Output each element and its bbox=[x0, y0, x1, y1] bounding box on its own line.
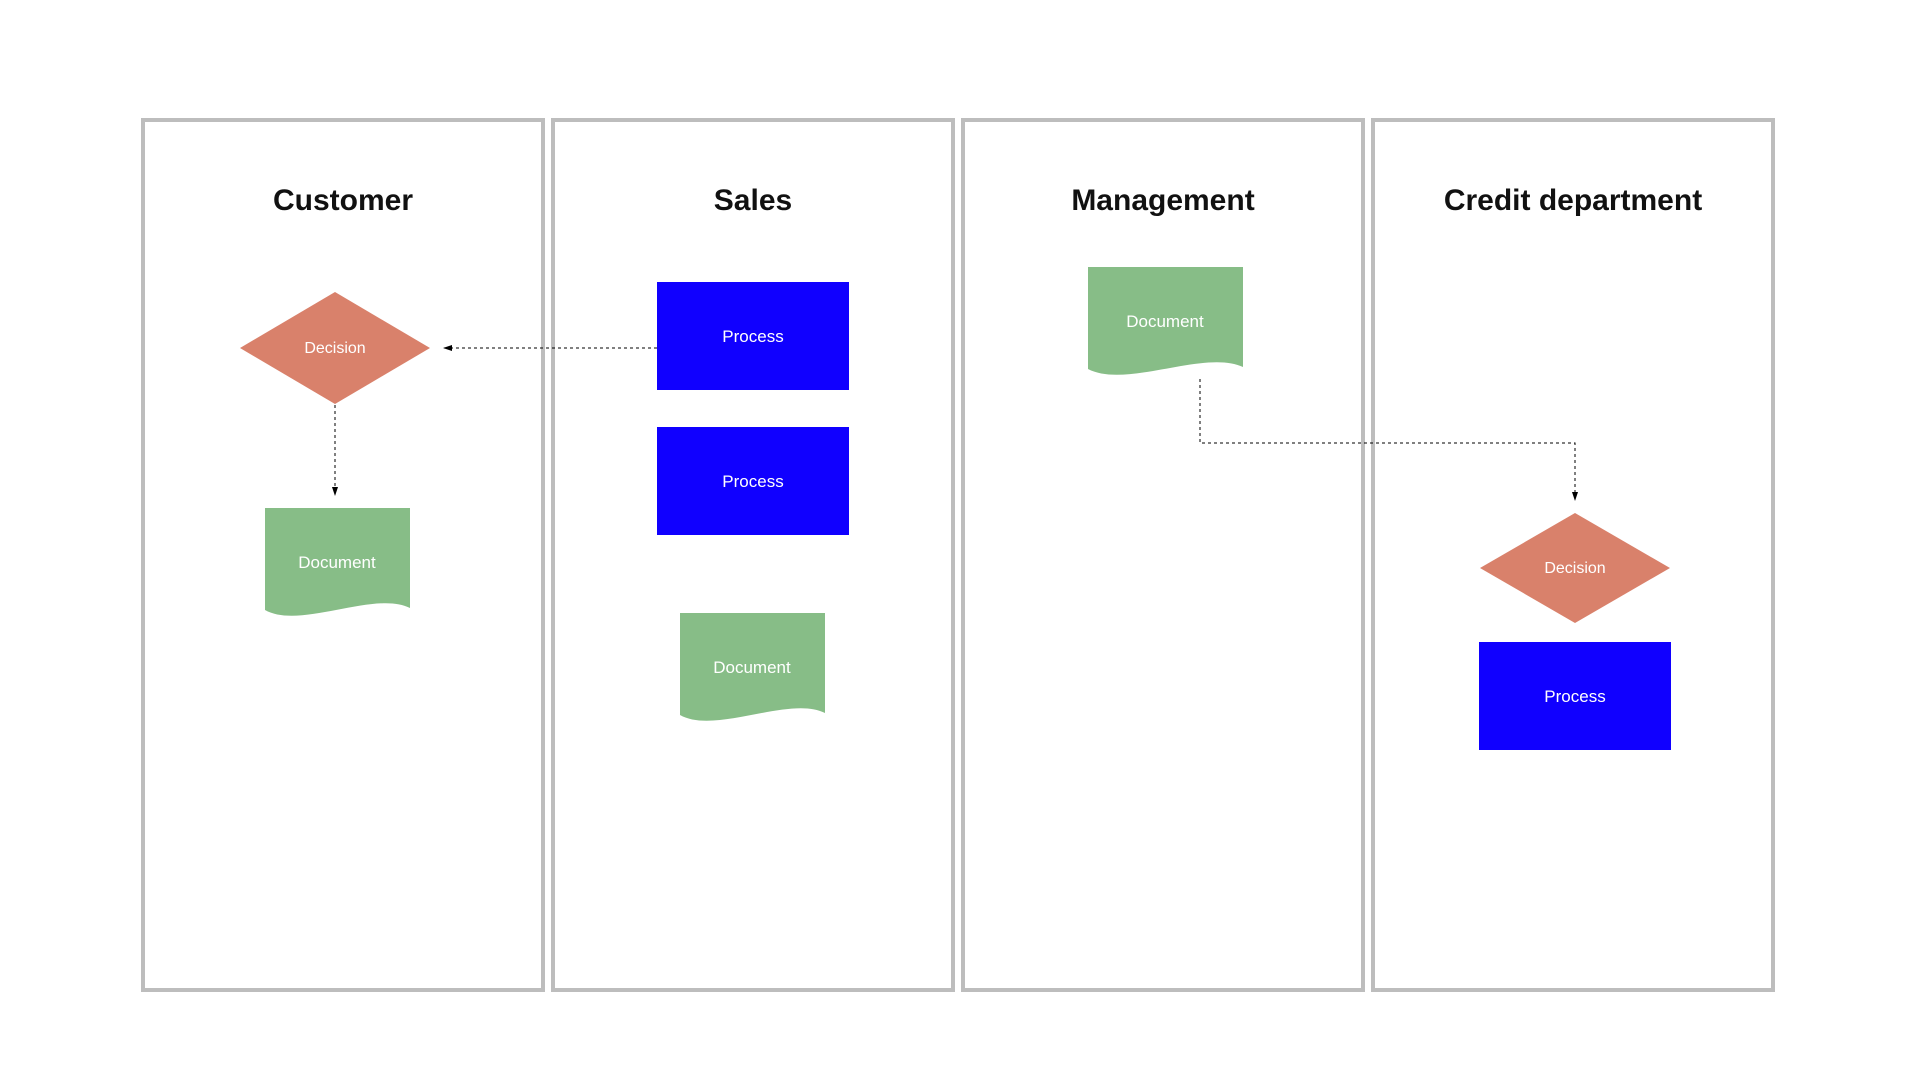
lane-title-customer: Customer bbox=[273, 184, 413, 217]
lane-title-credit: Credit department bbox=[1444, 184, 1702, 217]
node-credit-decision-label: Decision bbox=[1544, 560, 1605, 577]
node-customer-document-label: Document bbox=[298, 553, 376, 572]
connector-management-to-credit-decision bbox=[1200, 379, 1575, 500]
lane-sales[interactable] bbox=[553, 120, 953, 990]
node-sales-process-2[interactable]: Process bbox=[657, 427, 849, 535]
node-customer-decision[interactable]: Decision bbox=[240, 292, 430, 404]
node-management-document-label: Document bbox=[1126, 312, 1204, 331]
diagram-stage: Customer Sales Management Credit departm… bbox=[0, 0, 1920, 1080]
node-credit-decision[interactable]: Decision bbox=[1480, 513, 1670, 623]
node-customer-document[interactable]: Document bbox=[265, 508, 410, 616]
lane-management[interactable] bbox=[963, 120, 1363, 990]
node-sales-process-1[interactable]: Process bbox=[657, 282, 849, 390]
node-credit-process-label: Process bbox=[1544, 687, 1605, 706]
node-management-document[interactable]: Document bbox=[1088, 267, 1243, 375]
lane-title-sales: Sales bbox=[714, 184, 792, 217]
node-credit-process[interactable]: Process bbox=[1479, 642, 1671, 750]
lane-title-management: Management bbox=[1071, 184, 1254, 217]
node-sales-process-2-label: Process bbox=[722, 472, 783, 491]
node-sales-document-label: Document bbox=[713, 658, 791, 677]
node-customer-decision-label: Decision bbox=[304, 340, 365, 357]
node-sales-document[interactable]: Document bbox=[680, 613, 825, 721]
node-sales-process-1-label: Process bbox=[722, 327, 783, 346]
swimlane-svg: Customer Sales Management Credit departm… bbox=[0, 0, 1920, 1080]
